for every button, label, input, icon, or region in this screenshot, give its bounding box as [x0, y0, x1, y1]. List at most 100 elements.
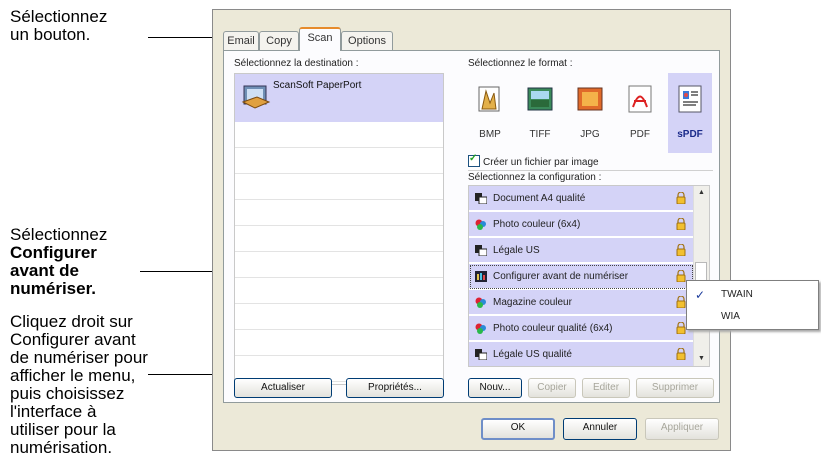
scan-properties-dialog: Email Copy Scan Options Sélectionnez la …	[212, 9, 731, 451]
cancel-button[interactable]: Annuler	[563, 418, 637, 440]
lock-icon	[676, 244, 686, 256]
scroll-thumb[interactable]	[695, 262, 707, 282]
format-pdf-label: PDF	[630, 129, 650, 140]
callout-line: utiliser pour la	[10, 420, 116, 439]
format-tiff[interactable]: TIFF	[518, 73, 562, 153]
copy-button[interactable]: Copier	[528, 378, 576, 398]
format-selector: BMP TIFF JPG PDF sPDF	[468, 73, 716, 153]
properties-button[interactable]: Propriétés...	[346, 378, 444, 398]
callout-line: afficher le menu,	[10, 366, 136, 385]
format-bmp[interactable]: BMP	[468, 73, 512, 153]
bmp-icon	[478, 86, 500, 112]
ok-button[interactable]: OK	[481, 418, 555, 440]
configure-icon	[475, 271, 487, 282]
callout-line-bold: numériser.	[10, 279, 96, 298]
format-label: Sélectionnez le format :	[468, 58, 573, 69]
apply-button[interactable]: Appliquer	[645, 418, 719, 440]
checkbox-label: Créer un fichier par image	[483, 157, 599, 168]
callout-line: numérisation.	[10, 438, 113, 457]
edit-button[interactable]: Editer	[582, 378, 630, 398]
scroll-up-arrow-icon[interactable]: ▲	[694, 186, 709, 200]
section-divider	[468, 170, 713, 171]
lock-icon	[676, 270, 686, 282]
tab-email[interactable]: Email	[223, 31, 259, 50]
callout-line: Sélectionnez	[10, 225, 108, 244]
configuration-scrollbar[interactable]: ▲ ▼	[693, 186, 709, 366]
config-item-document-a4[interactable]: Document A4 qualité	[469, 186, 694, 212]
destination-empty-row	[235, 226, 443, 252]
bw-document-icon	[475, 193, 487, 204]
format-jpg[interactable]: JPG	[568, 73, 612, 153]
lock-icon	[676, 296, 686, 308]
format-spdf[interactable]: sPDF	[668, 73, 712, 153]
new-button[interactable]: Nouv...	[468, 378, 522, 398]
config-label: Document A4 qualité	[493, 193, 586, 204]
config-item-legal-us-quality[interactable]: Légale US qualité	[469, 342, 694, 366]
bw-document-icon	[475, 349, 487, 360]
destination-empty-row	[235, 330, 443, 356]
config-item-configure-before-scan[interactable]: Configurer avant de numériser	[469, 264, 694, 290]
config-label: Photo couleur (6x4)	[493, 219, 581, 230]
interface-context-menu: ✓ TWAIN WIA	[686, 280, 819, 330]
destination-label: Sélectionnez la destination :	[234, 58, 359, 69]
config-label: Configurer avant de numériser	[493, 271, 629, 282]
refresh-button[interactable]: Actualiser	[234, 378, 332, 398]
format-spdf-label: sPDF	[677, 129, 703, 140]
menu-item-wia[interactable]: WIA	[687, 306, 818, 328]
scroll-down-arrow-icon[interactable]: ▼	[694, 352, 709, 366]
callout-right-click: Cliquez droit sur Configurer avant de nu…	[10, 313, 148, 457]
callout-line-bold: Configurer	[10, 243, 97, 262]
tab-scan[interactable]: Scan	[299, 27, 341, 51]
format-pdf[interactable]: PDF	[618, 73, 662, 153]
lock-icon	[676, 192, 686, 204]
destination-name: ScanSoft PaperPort	[273, 80, 362, 91]
scan-tab-panel: Sélectionnez la destination : Sélectionn…	[223, 50, 720, 403]
lock-icon	[676, 322, 686, 334]
destination-empty-row	[235, 278, 443, 304]
menu-item-label: WIA	[721, 311, 740, 322]
pdf-icon	[628, 85, 652, 113]
config-item-magazine-color[interactable]: Magazine couleur	[469, 290, 694, 316]
callout-line: puis choisissez	[10, 384, 125, 403]
config-label: Légale US	[493, 245, 540, 256]
callout-line: de numériser pour	[10, 348, 148, 367]
callout-line: un bouton.	[10, 25, 91, 44]
destination-item-paperport[interactable]: ScanSoft PaperPort	[235, 74, 443, 122]
config-item-legal-us[interactable]: Légale US	[469, 238, 694, 264]
destination-empty-row	[235, 252, 443, 278]
menu-item-twain[interactable]: ✓ TWAIN	[687, 284, 818, 306]
destination-empty-row	[235, 304, 443, 330]
jpg-icon	[577, 87, 603, 111]
callout-select-config: Sélectionnez Configurer avant de numéris…	[10, 226, 107, 298]
callout-line: Configurer avant	[10, 330, 136, 349]
config-label: Légale US qualité	[493, 349, 572, 360]
format-jpg-label: JPG	[580, 129, 600, 140]
lock-icon	[676, 218, 686, 230]
callout-line-bold: avant de	[10, 261, 79, 280]
checkbox-checked-icon[interactable]	[468, 153, 480, 167]
config-label: Magazine couleur	[493, 297, 572, 308]
format-bmp-label: BMP	[479, 129, 501, 140]
callout-line: Sélectionnez	[10, 7, 108, 26]
color-photo-icon	[475, 323, 486, 334]
configuration-label: Sélectionnez la configuration :	[468, 172, 602, 183]
callout-line: l'interface à	[10, 402, 97, 421]
config-item-photo-color[interactable]: Photo couleur (6x4)	[469, 212, 694, 238]
tab-options[interactable]: Options	[341, 31, 393, 50]
delete-button[interactable]: Supprimer	[636, 378, 714, 398]
destination-empty-row	[235, 148, 443, 174]
format-tiff-label: TIFF	[529, 129, 551, 140]
one-file-per-image-checkbox[interactable]: Créer un fichier par image	[468, 153, 599, 168]
destination-list[interactable]: ScanSoft PaperPort	[234, 73, 444, 385]
color-photo-icon	[475, 297, 486, 308]
checkmark-icon: ✓	[695, 288, 706, 302]
tab-copy[interactable]: Copy	[259, 31, 299, 50]
config-item-photo-color-quality[interactable]: Photo couleur qualité (6x4)	[469, 316, 694, 342]
spdf-icon	[678, 85, 702, 113]
color-photo-icon	[475, 219, 486, 230]
configuration-list[interactable]: Document A4 qualité Photo couleur (6x4) …	[468, 185, 710, 367]
destination-empty-row	[235, 122, 443, 148]
bw-document-icon	[475, 245, 487, 256]
lock-icon	[676, 348, 686, 360]
tiff-icon	[527, 87, 553, 111]
